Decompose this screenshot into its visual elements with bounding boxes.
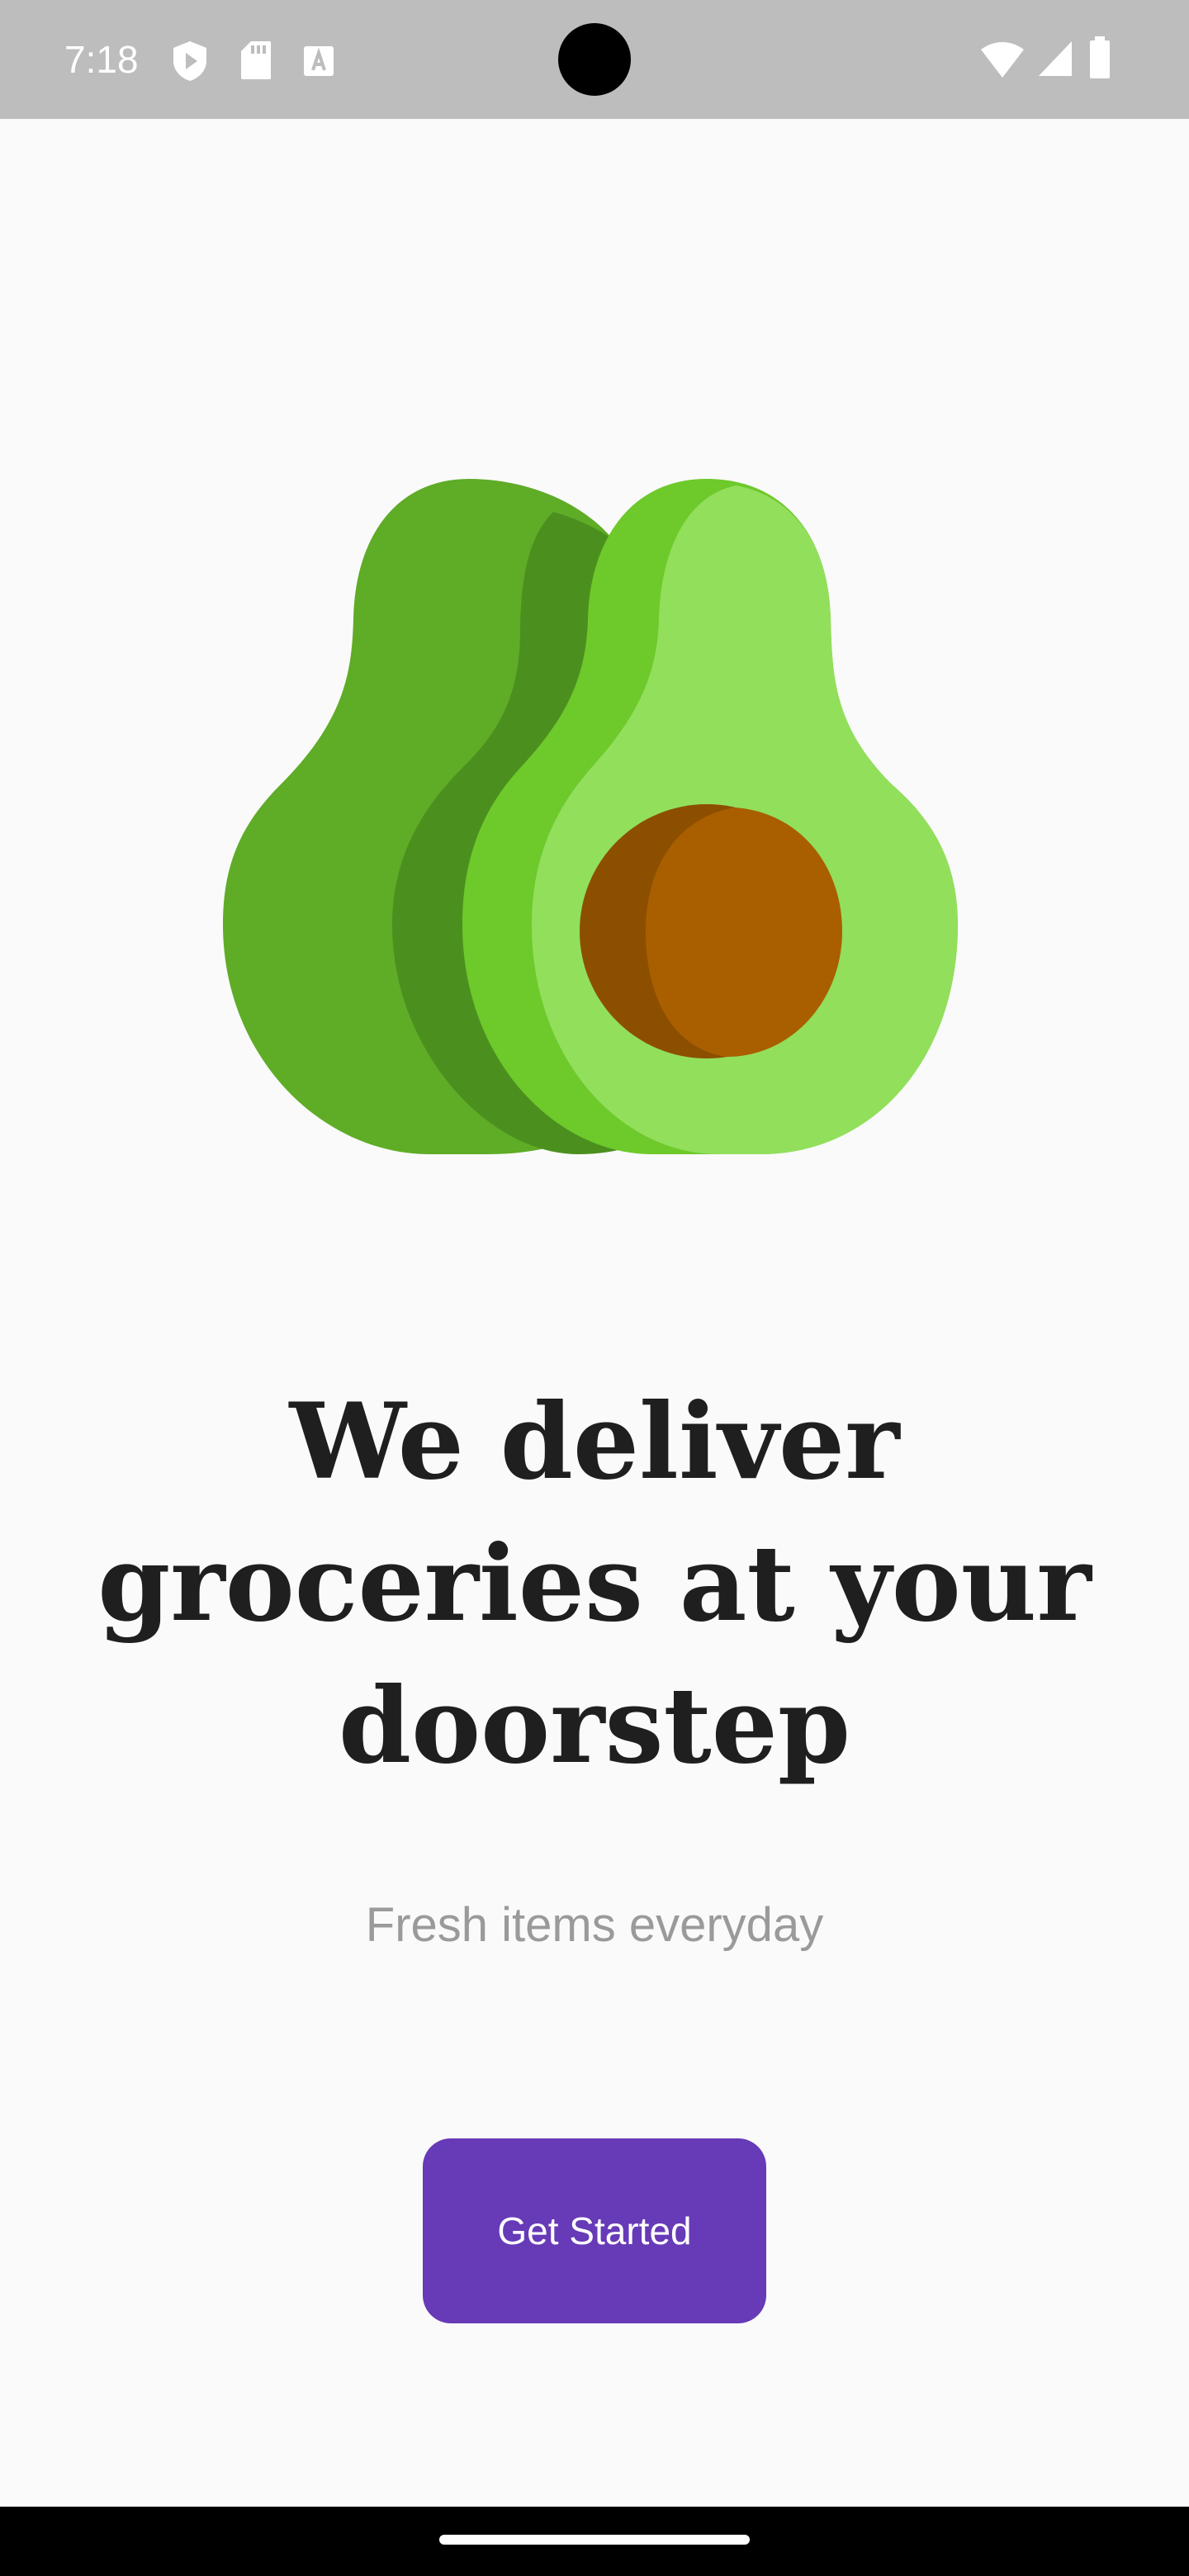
subtitle: Fresh items everyday xyxy=(365,1898,824,1952)
status-bar: 7:18 xyxy=(0,0,1189,119)
camera-cutout xyxy=(558,23,631,96)
signal-icon xyxy=(1037,40,1073,82)
sd-card-icon xyxy=(239,40,272,85)
headline: We deliver groceries at your doorstep xyxy=(97,1380,1092,1787)
play-protect-icon xyxy=(170,40,210,87)
wifi-icon xyxy=(979,41,1026,83)
font-a-icon xyxy=(302,45,335,82)
avocado-illustration xyxy=(223,479,966,1172)
get-started-button[interactable]: Get Started xyxy=(423,2138,766,2323)
navigation-bar xyxy=(0,2507,1189,2576)
status-time: 7:18 xyxy=(64,38,139,81)
battery-icon xyxy=(1088,36,1111,83)
home-gesture-handle[interactable] xyxy=(439,2535,750,2545)
